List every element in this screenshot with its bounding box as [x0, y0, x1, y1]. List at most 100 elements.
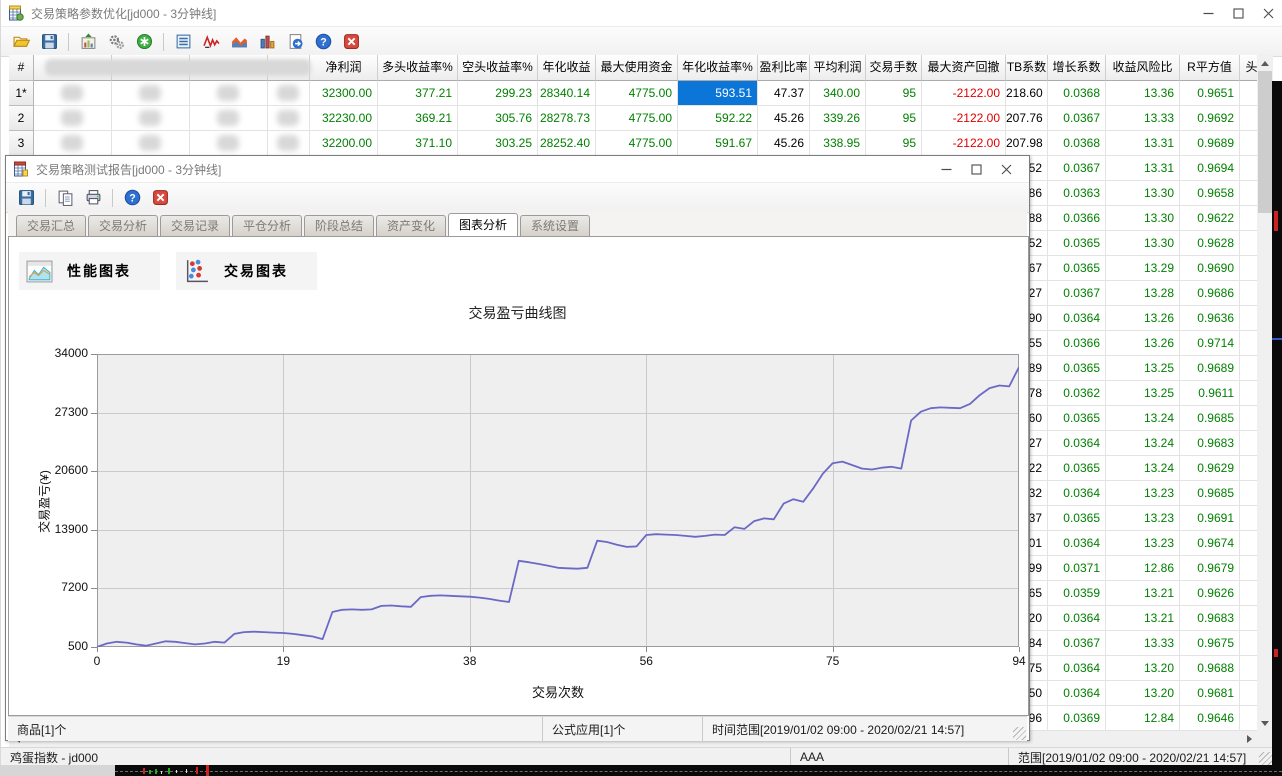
cell-pos[interactable]: 34.: [1240, 281, 1257, 306]
cell-long_pct[interactable]: 371.10: [378, 131, 458, 156]
column-header-最大使用资金[interactable]: 最大使用资金: [596, 55, 678, 81]
cell-tb[interactable]: 218.60: [1006, 81, 1048, 106]
tab-图表分析[interactable]: 图表分析: [448, 213, 518, 236]
close-window-button[interactable]: [1253, 2, 1282, 24]
cell-pos[interactable]: 31.: [1240, 581, 1257, 606]
close-icon[interactable]: [340, 31, 362, 53]
trade-chart-button[interactable]: 交易图表: [176, 252, 317, 290]
cell-growth[interactable]: 0.0365: [1048, 231, 1106, 256]
cell-growth[interactable]: 0.0366: [1048, 331, 1106, 356]
cell-rsq[interactable]: 0.9611: [1180, 381, 1240, 406]
cell-growth[interactable]: 0.0364: [1048, 531, 1106, 556]
export-icon[interactable]: [284, 31, 306, 53]
cell-rsq[interactable]: 0.9629: [1180, 456, 1240, 481]
cell-growth[interactable]: 0.0364: [1048, 681, 1106, 706]
column-header-最大资产回撤[interactable]: 最大资产回撤: [922, 55, 1006, 81]
formula-wave-icon[interactable]: [200, 31, 222, 53]
column-header-交易手数[interactable]: 交易手数: [866, 55, 922, 81]
cell-r2[interactable]: [112, 106, 190, 131]
cell-rsq[interactable]: 0.9681: [1180, 681, 1240, 706]
cell-max_drawdown[interactable]: -2122.00: [922, 81, 1006, 106]
cell-risk[interactable]: 13.30: [1106, 206, 1180, 231]
cell-growth[interactable]: 0.0364: [1048, 606, 1106, 631]
cell-rsq[interactable]: 0.9646: [1180, 706, 1240, 731]
cell-rsq[interactable]: 0.9628: [1180, 231, 1240, 256]
print-icon[interactable]: [82, 187, 104, 209]
cell-lots[interactable]: 95: [866, 106, 922, 131]
cell-growth[interactable]: 0.0367: [1048, 156, 1106, 181]
cell-tb[interactable]: 207.76: [1006, 106, 1048, 131]
cell-growth[interactable]: 0.0363: [1048, 181, 1106, 206]
cell-growth[interactable]: 0.0369: [1048, 706, 1106, 731]
cell-pos[interactable]: 34.: [1240, 431, 1257, 456]
cell-risk[interactable]: 13.21: [1106, 606, 1180, 631]
cell-annual_pct[interactable]: 592.22: [678, 106, 758, 131]
cell-r1[interactable]: [34, 81, 112, 106]
cell-pos[interactable]: 34.: [1240, 681, 1257, 706]
cell-growth[interactable]: 0.0359: [1048, 581, 1106, 606]
cell-avg_profit[interactable]: 340.00: [810, 81, 866, 106]
cell-growth[interactable]: 0.0365: [1048, 406, 1106, 431]
tab-交易分析[interactable]: 交易分析: [88, 215, 158, 236]
help-icon[interactable]: ?: [312, 31, 334, 53]
cell-rsq[interactable]: 0.9685: [1180, 406, 1240, 431]
cell-long_pct[interactable]: 369.21: [378, 106, 458, 131]
cell-risk[interactable]: 13.24: [1106, 431, 1180, 456]
cell-rsq[interactable]: 0.9683: [1180, 431, 1240, 456]
cell-risk[interactable]: 13.33: [1106, 631, 1180, 656]
resize-grip[interactable]: [1259, 752, 1272, 765]
column-header-净利润[interactable]: 净利润: [310, 55, 378, 81]
tab-系统设置[interactable]: 系统设置: [520, 215, 590, 236]
cell-avg_profit[interactable]: 339.26: [810, 106, 866, 131]
cell-pos[interactable]: 32.: [1240, 181, 1257, 206]
cell-growth[interactable]: 0.0364: [1048, 481, 1106, 506]
cell-pos[interactable]: 34.: [1240, 631, 1257, 656]
cell-pos[interactable]: 35.: [1240, 106, 1257, 131]
cell-annual_return[interactable]: 28252.40: [538, 131, 596, 156]
copy-icon[interactable]: [54, 187, 76, 209]
cell-rsq[interactable]: 0.9694: [1180, 156, 1240, 181]
close-icon[interactable]: [149, 187, 171, 209]
column-header-多头收益率%[interactable]: 多头收益率%: [378, 55, 458, 81]
cell-pos[interactable]: 34.: [1240, 481, 1257, 506]
cell-growth[interactable]: 0.0365: [1048, 506, 1106, 531]
cell-pos[interactable]: 34.: [1240, 606, 1257, 631]
column-header-年化收益率%[interactable]: 年化收益率%: [678, 55, 758, 81]
cell-rsq[interactable]: 0.9651: [1180, 81, 1240, 106]
cell-annual_pct[interactable]: 593.51: [678, 81, 758, 106]
cell-growth[interactable]: 0.0365: [1048, 256, 1106, 281]
cell-profit_ratio[interactable]: 45.26: [758, 131, 810, 156]
column-header-头寸规模[interactable]: 头寸规模: [1240, 55, 1257, 81]
cell-growth[interactable]: 0.0362: [1048, 381, 1106, 406]
table-vertical-scrollbar[interactable]: [1257, 55, 1273, 731]
scroll-thumb[interactable]: [1258, 71, 1272, 213]
cell-max_capital[interactable]: 4775.00: [596, 106, 678, 131]
cell-growth[interactable]: 0.0368: [1048, 131, 1106, 156]
cell-max_drawdown[interactable]: -2122.00: [922, 131, 1006, 156]
cell-lots[interactable]: 95: [866, 81, 922, 106]
minimize-window-button[interactable]: [931, 158, 961, 180]
cell-r4[interactable]: [268, 81, 310, 106]
cell-risk[interactable]: 13.20: [1106, 656, 1180, 681]
cell-risk[interactable]: 13.30: [1106, 231, 1180, 256]
cell-growth[interactable]: 0.0364: [1048, 306, 1106, 331]
save-icon[interactable]: [15, 187, 37, 209]
cell-pos[interactable]: 34.: [1240, 531, 1257, 556]
cell-rsq[interactable]: 0.9622: [1180, 206, 1240, 231]
cell-r1[interactable]: [34, 131, 112, 156]
bar-chart-icon[interactable]: [256, 31, 278, 53]
cell-growth[interactable]: 0.0367: [1048, 106, 1106, 131]
cell-risk[interactable]: 13.24: [1106, 406, 1180, 431]
cell-rsq[interactable]: 0.9636: [1180, 306, 1240, 331]
cell-risk[interactable]: 13.23: [1106, 506, 1180, 531]
cell-short_pct[interactable]: 305.76: [458, 106, 538, 131]
cell-pos[interactable]: 34.: [1240, 356, 1257, 381]
save-icon[interactable]: [38, 31, 60, 53]
cell-risk[interactable]: 13.31: [1106, 131, 1180, 156]
cell-r2[interactable]: [112, 81, 190, 106]
list-doc-icon[interactable]: [172, 31, 194, 53]
column-header-收益风险比[interactable]: 收益风险比: [1106, 55, 1180, 81]
cell-pos[interactable]: 36.: [1240, 331, 1257, 356]
cell-avg_profit[interactable]: 338.95: [810, 131, 866, 156]
cell-growth[interactable]: 0.0364: [1048, 656, 1106, 681]
